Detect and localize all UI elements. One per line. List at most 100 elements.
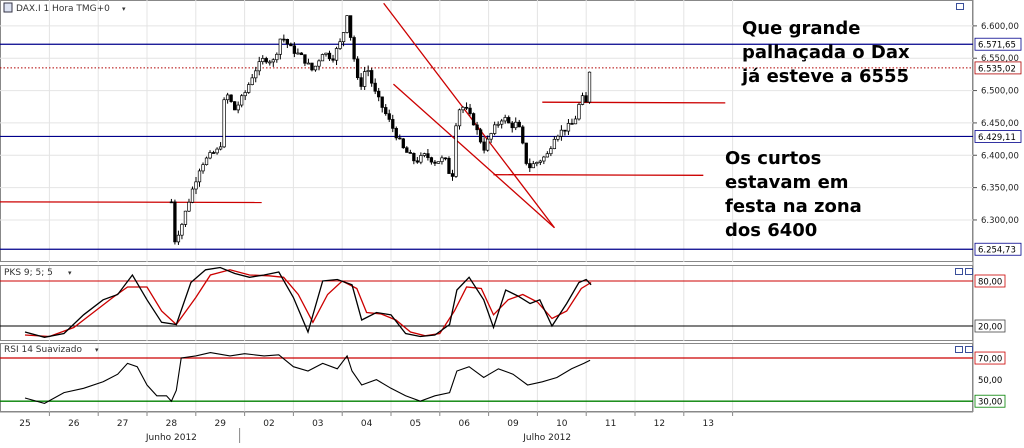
day-tick-label: 02	[263, 419, 274, 429]
day-tick-label: 09	[507, 419, 519, 429]
day-tick-label: 12	[654, 419, 665, 429]
price-candle-body	[355, 58, 360, 79]
price-panel-dropdown-icon[interactable]: ▾	[122, 5, 126, 13]
price-candle-body	[211, 152, 216, 154]
price-candle-body	[535, 162, 539, 165]
price-candle-body	[264, 58, 268, 63]
price-candle-body	[282, 38, 286, 41]
price-candle-body	[549, 148, 553, 155]
rsi-panel-dropdown-icon[interactable]: ▾	[95, 346, 99, 354]
price-candle-body	[587, 71, 592, 103]
price-candle-body	[517, 121, 521, 128]
price-candle-body	[524, 142, 528, 164]
day-tick-label: 25	[19, 419, 30, 429]
price-candle-body	[352, 37, 356, 60]
price-candle-body	[405, 147, 409, 153]
price-candle-body	[194, 181, 198, 190]
price-candle-body	[370, 70, 374, 84]
price-candle-body	[514, 121, 518, 129]
range-bottom-line	[493, 174, 704, 176]
annotation-top-line-3: já esteve a 6555	[741, 66, 909, 87]
price-candle-body	[566, 123, 571, 132]
price-candle-body	[507, 117, 511, 124]
price-candle-body	[215, 148, 219, 154]
price-candle-body	[236, 104, 240, 111]
day-tick-label: 04	[361, 419, 373, 429]
price-candle-body	[422, 153, 427, 156]
price-candle-body	[254, 70, 258, 79]
price-candle-body	[573, 118, 578, 125]
price-candle-body	[457, 109, 462, 127]
price-candle-body	[584, 95, 588, 103]
month-label: Julho 2012	[522, 433, 571, 443]
price-candle-body	[327, 52, 332, 60]
level-label: 6.571,65	[978, 41, 1016, 51]
price-candle-body	[359, 77, 363, 87]
price-candle-body	[243, 92, 247, 97]
price-candle-body	[268, 61, 272, 64]
price-candle-body	[222, 99, 226, 148]
day-tick-label: 05	[410, 419, 421, 429]
price-candle-body	[240, 95, 244, 106]
price-candle-body	[394, 128, 398, 139]
price-candle-body	[345, 15, 349, 33]
price-candle-body	[183, 210, 188, 225]
price-candle-body	[521, 126, 525, 144]
price-candle-body	[398, 137, 402, 140]
price-candle-body	[419, 155, 423, 163]
price-candle-body	[450, 173, 455, 177]
rsi-tick-label: 50,00	[978, 376, 1002, 386]
pks-panel-dropdown-icon[interactable]: ▾	[68, 269, 72, 277]
price-candle-body	[485, 138, 490, 151]
price-candle-body	[173, 201, 177, 243]
price-candle-body	[556, 135, 560, 140]
price-candle-body	[292, 45, 297, 54]
price-candle-body	[331, 58, 335, 61]
price-candle-body	[313, 65, 318, 71]
price-candle-body	[440, 157, 444, 163]
price-candle-body	[461, 106, 465, 111]
price-candle-body	[180, 224, 184, 236]
price-candle-body	[493, 124, 497, 134]
price-candle-body	[324, 52, 328, 55]
annotation-mid-line-2: estavam em	[725, 172, 849, 193]
rsi-panel-title: RSI 14 Suavizado	[4, 345, 83, 355]
price-tick-label: 6.500,00	[981, 87, 1019, 97]
price-candle-body	[373, 82, 377, 92]
pks-panel-title: PKS 9; 5; 5	[4, 268, 53, 278]
price-candle-body	[310, 62, 314, 71]
annotation-mid-line-1: Os curtos	[725, 148, 821, 169]
day-tick-label: 11	[605, 419, 616, 429]
price-panel-header: DAX.I 1 Hora TMG+0 ▾	[3, 2, 126, 14]
price-candle-body	[348, 15, 353, 38]
price-candle-body	[306, 62, 311, 65]
price-candle-body	[285, 39, 289, 45]
price-candle-body	[559, 129, 564, 137]
price-candle-body	[303, 54, 307, 64]
price-candle-body	[401, 138, 405, 149]
price-candle-body	[341, 32, 346, 43]
price-candle-body	[468, 107, 472, 114]
price-candle-body	[545, 153, 550, 158]
price-candle-body	[362, 71, 367, 87]
price-candle-body	[201, 164, 205, 172]
support-line-left	[0, 201, 262, 204]
price-tick-label: 6.600,00	[981, 22, 1019, 32]
price-candle-body	[317, 60, 321, 67]
day-tick-label: 26	[68, 419, 80, 429]
price-candle-body	[190, 188, 195, 203]
price-candle-body	[247, 84, 251, 93]
price-candle-body	[475, 124, 479, 131]
rsi-tick-label: 30,00	[978, 398, 1002, 408]
price-candle-body	[197, 170, 202, 183]
price-candle-body	[271, 59, 275, 63]
price-candle-body	[464, 106, 469, 109]
price-candle-body	[447, 157, 451, 174]
price-candle-body	[426, 153, 430, 158]
price-candle-body	[208, 152, 212, 159]
price-panel-title: DAX.I 1 Hora TMG+0	[16, 4, 110, 14]
price-candle-body	[169, 201, 174, 204]
month-label: Junho 2012	[145, 433, 197, 443]
price-candle-body	[471, 113, 476, 126]
price-candle-body	[289, 43, 293, 47]
